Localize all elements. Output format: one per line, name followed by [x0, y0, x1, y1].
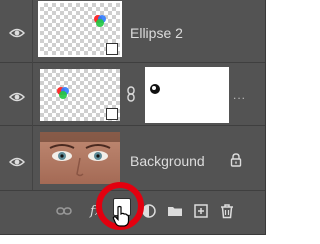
more-indicator: ...: [233, 88, 247, 102]
layer-name-ellipse-2[interactable]: Ellipse 2: [130, 25, 183, 41]
color-swatch-icon: [94, 15, 106, 27]
layer-name-background[interactable]: Background: [130, 153, 205, 169]
hand-cursor-icon: [112, 205, 130, 227]
new-layer-icon[interactable]: [193, 203, 209, 219]
eye-icon[interactable]: [9, 27, 25, 39]
shape-badge-icon: [106, 108, 118, 120]
shape-badge-icon: [106, 43, 118, 55]
face-photo-image: [40, 132, 120, 184]
lock-icon[interactable]: [230, 153, 242, 167]
link-layers-icon[interactable]: [56, 203, 72, 219]
chain-link-icon[interactable]: [126, 86, 136, 102]
trash-icon[interactable]: [219, 203, 235, 219]
eye-icon[interactable]: [9, 91, 25, 103]
mask-shape-icon: [150, 84, 160, 94]
eye-icon[interactable]: [9, 156, 25, 168]
color-swatch-icon: [57, 87, 69, 99]
group-folder-icon[interactable]: [167, 203, 183, 219]
visibility-column-divider: [32, 0, 33, 190]
layer-thumbnail-background[interactable]: [40, 132, 120, 184]
